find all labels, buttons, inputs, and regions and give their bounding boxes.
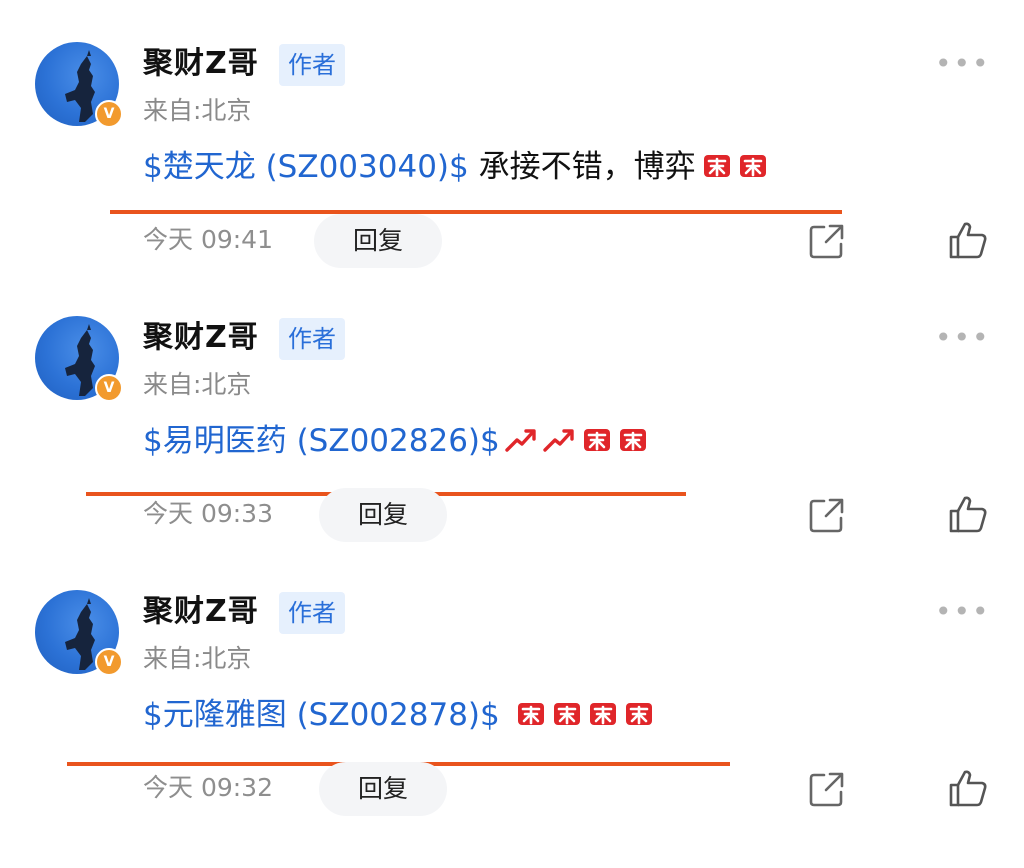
thumbs-up-icon[interactable]: [947, 768, 989, 808]
buy-emoji-icon: [517, 703, 544, 725]
author-badge: 作者: [279, 592, 345, 634]
post-content: $楚天龙 (SZ003040)$ 承接不错，博弈: [143, 146, 768, 188]
author-badge: 作者: [279, 318, 345, 360]
buy-emoji-icon: [589, 703, 616, 725]
share-icon[interactable]: [808, 222, 846, 260]
more-dots-icon[interactable]: •••: [935, 598, 991, 626]
comment-post: V 聚财Z哥 作者 来自:北京 ••• $元隆雅图 (SZ002878)$ 今天…: [0, 548, 1024, 821]
post-content: $元隆雅图 (SZ002878)$: [143, 694, 654, 736]
more-dots-icon[interactable]: •••: [935, 324, 991, 352]
timestamp: 今天 09:32: [143, 773, 273, 802]
thumbs-up-icon[interactable]: [947, 494, 989, 534]
timestamp: 今天 09:33: [143, 499, 273, 528]
buy-emoji-icon: [553, 703, 580, 725]
buy-emoji-icon: [619, 429, 646, 451]
stock-link[interactable]: $楚天龙 (SZ003040)$: [143, 149, 469, 185]
post-content: $易明医药 (SZ002826)$: [143, 420, 648, 462]
buy-emoji-icon: [583, 429, 610, 451]
share-icon[interactable]: [808, 496, 846, 534]
comment-post: V 聚财Z哥 作者 来自:北京 ••• $易明医药 (SZ002826)$ 今天…: [0, 274, 1024, 547]
username[interactable]: 聚财Z哥: [143, 592, 259, 632]
post-text: 承接不错，博弈: [468, 149, 696, 185]
username[interactable]: 聚财Z哥: [143, 44, 259, 84]
timestamp: 今天 09:41: [143, 225, 273, 254]
verified-badge: V: [95, 648, 123, 676]
buy-emoji-icon: [625, 703, 652, 725]
buy-emoji-icon: [739, 155, 766, 177]
username[interactable]: 聚财Z哥: [143, 318, 259, 358]
more-dots-icon[interactable]: •••: [935, 50, 991, 78]
reply-button[interactable]: 回复: [314, 214, 442, 268]
stock-link[interactable]: $易明医药 (SZ002826)$: [143, 423, 500, 459]
comment-post: V 聚财Z哥 作者 来自:北京 ••• $楚天龙 (SZ003040)$ 承接不…: [0, 0, 1024, 273]
reply-button[interactable]: 回复: [319, 488, 447, 542]
highlight-underline: [110, 210, 842, 214]
thumbs-up-icon[interactable]: [947, 220, 989, 260]
share-icon[interactable]: [808, 770, 846, 808]
trend-up-emoji-icon: [505, 429, 536, 452]
post-text: [500, 697, 510, 733]
location: 来自:北京: [143, 644, 252, 673]
location: 来自:北京: [143, 370, 252, 399]
trend-up-emoji-icon: [543, 429, 574, 452]
stock-link[interactable]: $元隆雅图 (SZ002878)$: [143, 697, 500, 733]
location: 来自:北京: [143, 96, 252, 125]
verified-badge: V: [95, 100, 123, 128]
verified-badge: V: [95, 374, 123, 402]
buy-emoji-icon: [703, 155, 730, 177]
reply-button[interactable]: 回复: [319, 762, 447, 816]
author-badge: 作者: [279, 44, 345, 86]
